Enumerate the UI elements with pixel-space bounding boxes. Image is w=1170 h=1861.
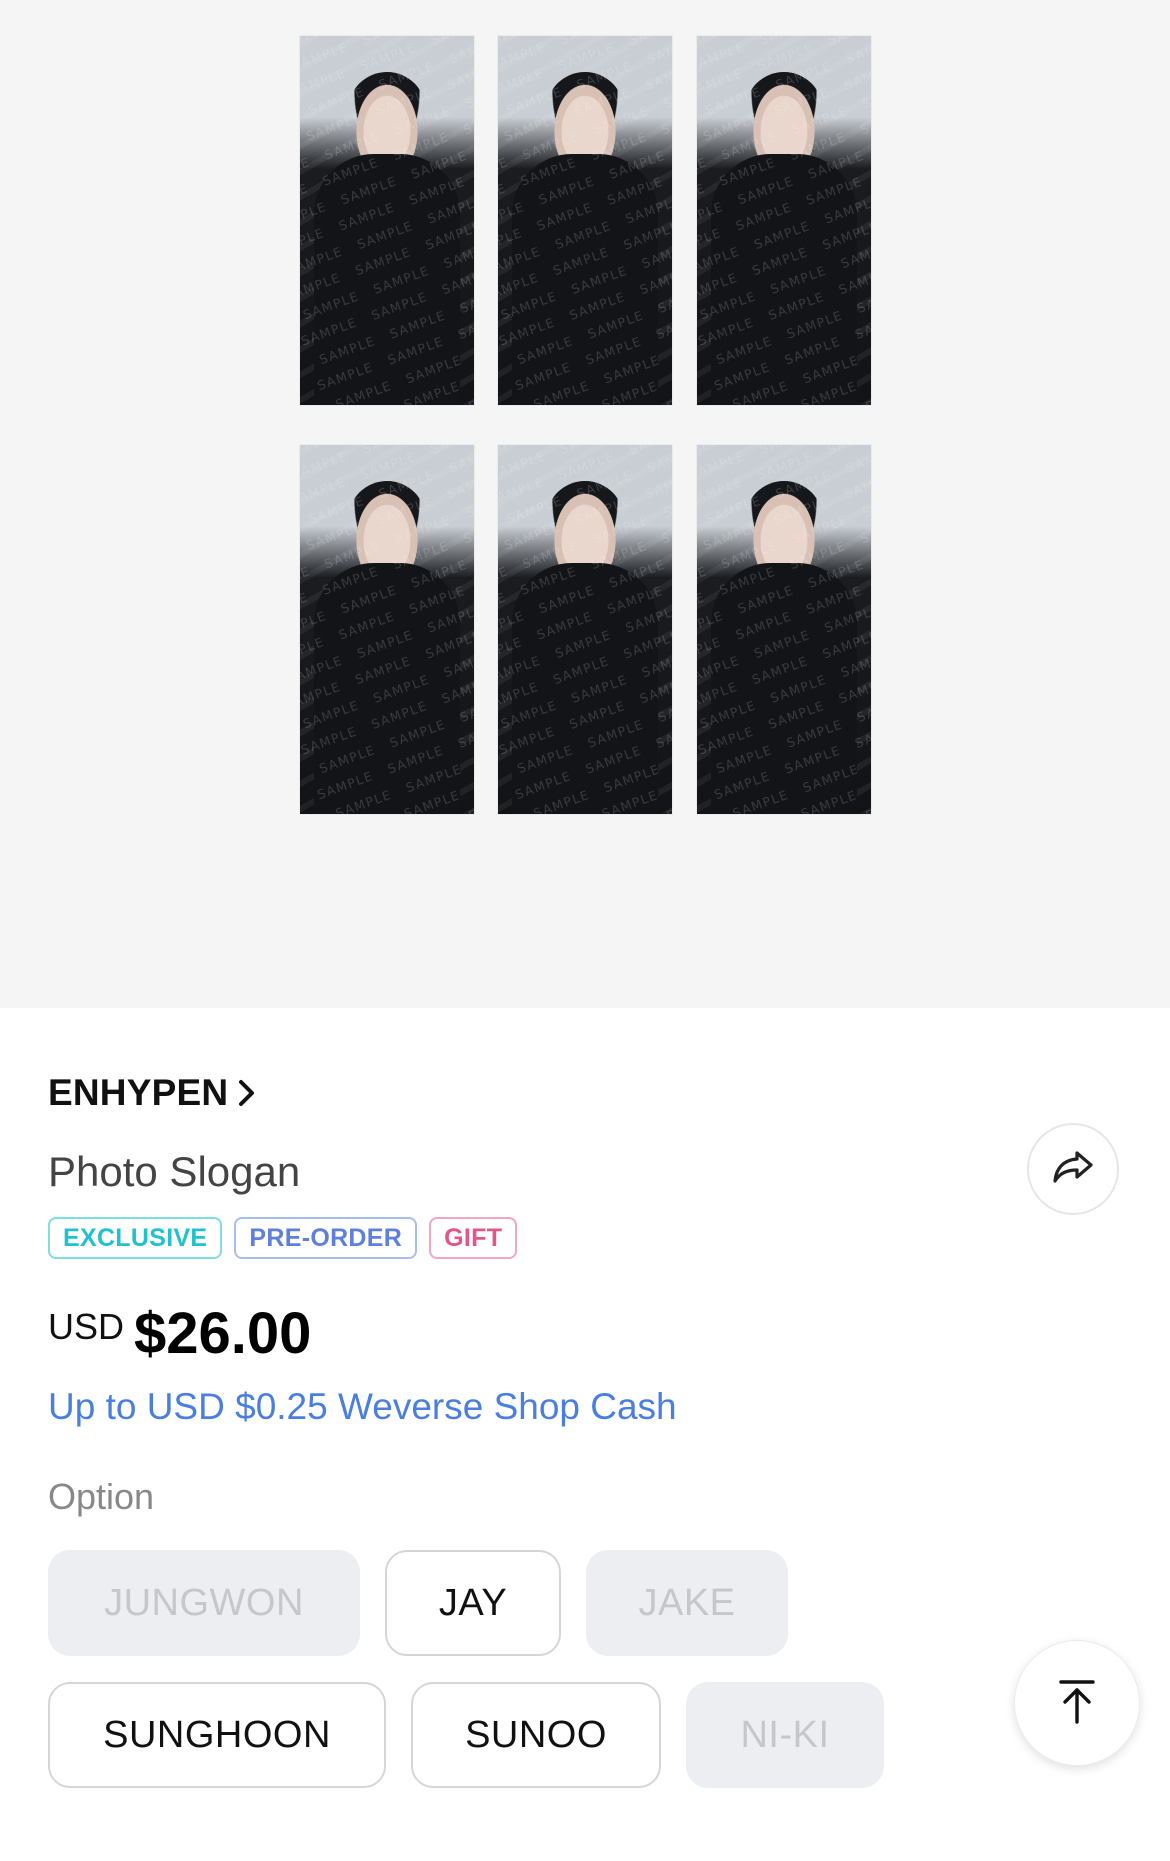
option-sunoo[interactable]: SUNOO [411, 1682, 661, 1788]
share-icon [1051, 1147, 1095, 1192]
price-row: USD $26.00 [48, 1300, 311, 1367]
scroll-to-top-button[interactable] [1014, 1640, 1140, 1766]
product-image[interactable]: SAMPLE SAMPLE SAMPLE SAMPLE SAMPLE SAMPL… [0, 0, 1170, 1008]
option-label: Option [48, 1476, 155, 1517]
option-ni-ki: NI-KI [686, 1682, 884, 1788]
product-title: Photo Slogan [48, 1148, 301, 1195]
price-currency: USD [48, 1306, 125, 1347]
option-jungwon: JUNGWON [48, 1550, 360, 1656]
photo-card-6: SAMPLE SAMPLE SAMPLE SAMPLE SAMPLE SAMPL… [697, 445, 871, 814]
price-amount: $26.00 [134, 1301, 312, 1366]
gift-badge: GIFT [429, 1217, 518, 1259]
pre-order-badge: PRE-ORDER [234, 1217, 418, 1259]
photo-card-4: SAMPLE SAMPLE SAMPLE SAMPLE SAMPLE SAMPL… [300, 445, 474, 814]
photo-card-5: SAMPLE SAMPLE SAMPLE SAMPLE SAMPLE SAMPL… [498, 445, 672, 814]
artist-name: ENHYPEN [48, 1072, 229, 1113]
photo-card-3: SAMPLE SAMPLE SAMPLE SAMPLE SAMPLE SAMPL… [697, 36, 871, 405]
exclusive-badge: EXCLUSIVE [48, 1217, 223, 1259]
share-button[interactable] [1027, 1123, 1119, 1215]
photo-card-2: SAMPLE SAMPLE SAMPLE SAMPLE SAMPLE SAMPL… [498, 36, 672, 405]
option-jake: JAKE [586, 1550, 788, 1656]
arrow-up-to-top-icon [1055, 1676, 1099, 1731]
shop-cash-info[interactable]: Up to USD $0.25 Weverse Shop Cash [48, 1386, 677, 1428]
artist-link[interactable]: ENHYPEN [48, 1072, 260, 1114]
product-page: SAMPLE SAMPLE SAMPLE SAMPLE SAMPLE SAMPL… [0, 0, 1170, 1861]
badge-list: EXCLUSIVE PRE-ORDER GIFT [48, 1217, 518, 1259]
photo-card-1: SAMPLE SAMPLE SAMPLE SAMPLE SAMPLE SAMPL… [300, 36, 474, 405]
option-jay[interactable]: JAY [385, 1550, 561, 1656]
option-sunghoon[interactable]: SUNGHOON [48, 1682, 386, 1788]
chevron-right-icon [234, 1076, 260, 1110]
